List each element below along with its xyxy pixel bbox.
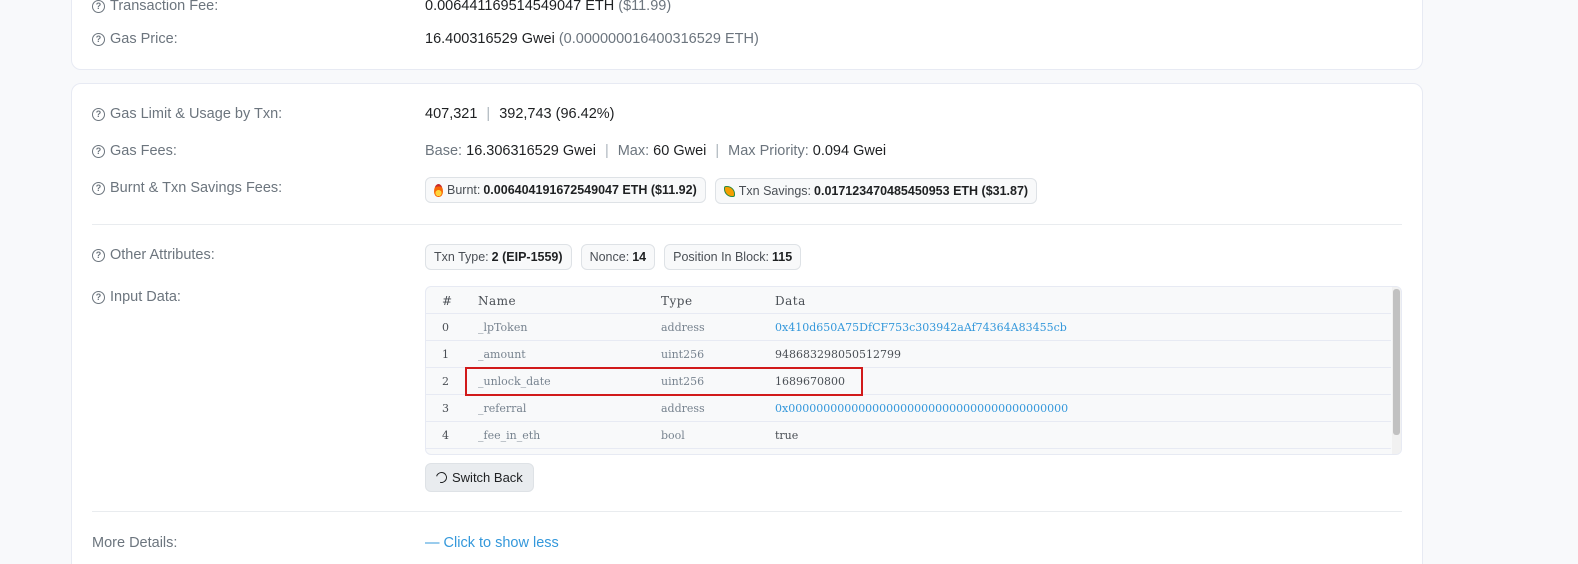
burnt-badge: Burnt: 0.006404191672549047 ETH ($11.92) — [425, 177, 706, 203]
section-divider — [92, 511, 1402, 512]
help-icon[interactable]: ? — [92, 248, 105, 262]
gas-fees-value: Base: 16.306316529 Gwei | Max: 60 Gwei | Max… — [425, 143, 887, 159]
table-row: 3 _referral address 0x000000000000000000… — [426, 395, 1391, 422]
switch-back-button[interactable]: Switch Back — [425, 463, 534, 492]
flame-icon — [434, 183, 443, 197]
savings-icon — [723, 185, 735, 197]
table-row: 0 _lpToken address 0x410d650A75DfCF753c3… — [426, 314, 1391, 341]
input-data-label: ? Input Data: — [92, 289, 181, 305]
scrollbar-thumb[interactable] — [1393, 289, 1400, 435]
help-icon[interactable]: ? — [92, 144, 105, 158]
table-header: # Name Type Data — [426, 287, 1391, 314]
divider: | — [715, 143, 720, 159]
divider: | — [604, 143, 609, 159]
transaction-details-card: ? Gas Limit & Usage by Txn: 407,321 | 392,… — [71, 83, 1423, 564]
help-icon[interactable]: ? — [92, 32, 105, 46]
unlock-date-highlight-box — [465, 367, 863, 396]
burnt-savings-value: Burnt: 0.006404191672549047 ETH ($11.92) … — [425, 177, 1042, 204]
undo-icon — [433, 469, 450, 486]
txn-type-badge: Txn Type: 2 (EIP-1559) — [425, 244, 572, 270]
gas-fees-label: ? Gas Fees: — [92, 143, 177, 159]
help-icon[interactable]: ? — [92, 290, 105, 304]
referral-address-link[interactable]: 0x00000000000000000000000000000000000000… — [775, 402, 1068, 415]
other-attributes-value: Txn Type: 2 (EIP-1559) Nonce: 14 Position … — [425, 244, 806, 270]
transaction-fee-label: ? Transaction Fee: — [92, 0, 218, 14]
table-row: 1 _amount uint256 948683298050512799 — [426, 341, 1391, 368]
gas-limit-value: 407,321 | 392,743 (96.42%) — [425, 106, 615, 122]
gas-price-label: ? Gas Price: — [92, 31, 178, 47]
more-details-label: More Details: — [92, 535, 178, 551]
transaction-fee-value: 0.006441169514549047 ETH ($11.99) — [425, 0, 672, 14]
table-row: 4 _fee_in_eth bool true — [426, 422, 1391, 449]
help-icon[interactable]: ? — [92, 107, 105, 121]
gas-price-value: 16.400316529 Gwei (0.000000016400316529 … — [425, 31, 759, 47]
section-divider — [92, 224, 1402, 225]
show-less-link[interactable]: — Click to show less — [425, 535, 559, 551]
txn-savings-badge: Txn Savings: 0.017123470485450953 ETH ($3… — [714, 178, 1038, 204]
position-badge: Position In Block: 115 — [664, 244, 802, 270]
table-scrollbar[interactable] — [1392, 287, 1401, 454]
burnt-savings-label: ? Burnt & Txn Savings Fees: — [92, 180, 282, 196]
help-icon[interactable]: ? — [92, 0, 105, 13]
lptoken-address-link[interactable]: 0x410d650A75DfCF753c303942aAf74364A83455… — [775, 321, 1067, 334]
transaction-fees-card: ? Transaction Fee: 0.006441169514549047 … — [71, 0, 1423, 70]
gas-limit-label: ? Gas Limit & Usage by Txn: — [92, 106, 282, 122]
other-attributes-label: ? Other Attributes: — [92, 247, 215, 263]
nonce-badge: Nonce: 14 — [580, 244, 656, 270]
divider: | — [486, 106, 491, 122]
help-icon[interactable]: ? — [92, 181, 105, 195]
